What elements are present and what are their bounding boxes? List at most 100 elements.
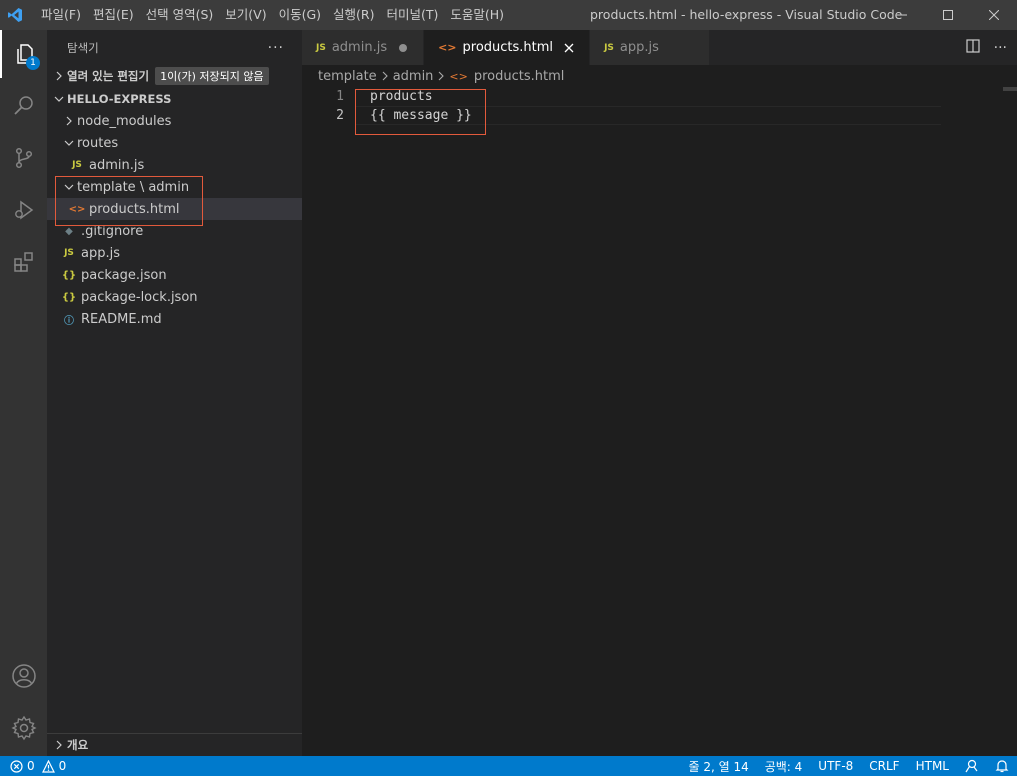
tree-item-label: routes xyxy=(77,135,119,151)
feedback-button[interactable] xyxy=(957,759,987,773)
html-file-icon: <> xyxy=(449,69,468,83)
menu-view[interactable]: 보기(V) xyxy=(219,0,272,30)
breadcrumb-item[interactable]: template xyxy=(318,69,377,84)
extensions-icon xyxy=(13,252,33,272)
extensions-button[interactable] xyxy=(0,238,47,286)
explorer-sidebar: 탐색기 ··· 열려 있는 편집기 1이(가) 저장되지 않음 HELLO-EX… xyxy=(47,30,302,756)
menu-go[interactable]: 이동(G) xyxy=(273,0,327,30)
status-bar-right: 줄 2, 열 14 공백: 4 UTF-8 CRLF HTML xyxy=(680,756,1017,776)
more-actions-button[interactable]: ··· xyxy=(268,40,284,56)
source-control-icon xyxy=(15,147,32,169)
breadcrumb-item[interactable]: admin xyxy=(393,69,434,84)
search-button[interactable] xyxy=(0,82,47,130)
menu-file[interactable]: 파일(F) xyxy=(35,0,87,30)
tree-item-label: README.md xyxy=(81,311,162,327)
chevron-right-icon xyxy=(51,740,67,750)
tree-item-label: admin.js xyxy=(89,157,145,173)
chevron-down-icon xyxy=(61,138,77,148)
tree-item-node-modules[interactable]: node_modules xyxy=(47,110,302,132)
tree-item-package-json[interactable]: {} package.json xyxy=(47,264,302,286)
chevron-right-icon xyxy=(381,71,389,81)
close-icon xyxy=(989,10,999,20)
source-control-button[interactable] xyxy=(0,134,47,182)
maximize-icon xyxy=(943,10,953,20)
tree-item-package-lock-json[interactable]: {} package-lock.json xyxy=(47,286,302,308)
chevron-right-icon xyxy=(437,71,445,81)
tab-label: app.js xyxy=(619,40,659,55)
menu-run[interactable]: 실행(R) xyxy=(327,0,380,30)
search-icon xyxy=(13,96,33,115)
window-title: products.html - hello-express - Visual S… xyxy=(590,7,903,22)
split-editor-icon xyxy=(966,38,980,53)
editor-area: JS admin.js <> products.html JS app.js ·… xyxy=(302,30,1017,756)
tab-app-js[interactable]: JS app.js xyxy=(590,30,710,65)
warning-count: 0 xyxy=(58,759,67,773)
tree-item-admin-js[interactable]: JS admin.js xyxy=(47,154,302,176)
minimize-button[interactable] xyxy=(879,0,925,30)
maximize-button[interactable] xyxy=(925,0,971,30)
settings-gear-icon xyxy=(10,715,37,741)
bell-icon xyxy=(995,760,1009,773)
cursor-position[interactable]: 줄 2, 열 14 xyxy=(680,758,756,775)
tab-products-html[interactable]: <> products.html xyxy=(424,30,591,65)
error-icon xyxy=(10,759,23,773)
unsaved-badge: 1이(가) 저장되지 않음 xyxy=(155,67,269,85)
annotation-box-tree xyxy=(55,176,203,226)
outline-section[interactable]: 개요 xyxy=(47,733,302,756)
chevron-right-icon xyxy=(61,116,77,126)
project-section[interactable]: HELLO-EXPRESS xyxy=(47,88,302,110)
notifications-button[interactable] xyxy=(987,759,1017,773)
outline-label: 개요 xyxy=(67,738,89,752)
account-button[interactable] xyxy=(0,652,47,700)
split-editor-button[interactable] xyxy=(966,38,980,57)
more-editor-actions-button[interactable]: ··· xyxy=(994,40,1007,56)
breadcrumb: template admin <> products.html xyxy=(302,65,1017,87)
outline-header: 개요 xyxy=(47,734,302,756)
tree-item-label: package-lock.json xyxy=(81,289,198,305)
run-debug-button[interactable] xyxy=(0,186,47,234)
problems-indicator[interactable]: 0 0 xyxy=(0,759,66,773)
indentation[interactable]: 공백: 4 xyxy=(757,758,811,775)
tab-admin-js[interactable]: JS admin.js xyxy=(302,30,425,65)
language-mode[interactable]: HTML xyxy=(908,759,957,773)
open-editors-section[interactable]: 열려 있는 편집기 1이(가) 저장되지 않음 xyxy=(47,65,302,87)
menu-terminal[interactable]: 터미널(T) xyxy=(381,0,445,30)
chevron-right-icon xyxy=(51,71,67,81)
scrollbar[interactable] xyxy=(1003,87,1017,91)
menu-edit[interactable]: 편집(E) xyxy=(87,0,140,30)
js-file-icon: JS xyxy=(604,42,614,53)
manage-button[interactable] xyxy=(0,704,47,752)
close-icon xyxy=(564,43,574,52)
explorer-button[interactable]: 1 xyxy=(0,30,47,78)
close-tab-button[interactable] xyxy=(559,43,579,53)
window-controls xyxy=(879,0,1017,30)
git-file-icon: ◆ xyxy=(65,225,73,237)
vscode-logo-icon xyxy=(0,0,30,30)
tree-item-app-js[interactable]: JS app.js xyxy=(47,242,302,264)
menu-selection[interactable]: 선택 영역(S) xyxy=(140,0,220,30)
tab-label: admin.js xyxy=(331,40,388,55)
tree-item-readme[interactable]: ⓘ README.md xyxy=(47,308,302,330)
js-file-icon: JS xyxy=(64,248,74,258)
json-file-icon: {} xyxy=(61,291,77,303)
account-icon xyxy=(11,664,36,688)
tab-label: products.html xyxy=(462,40,554,55)
end-of-line[interactable]: CRLF xyxy=(861,759,907,773)
minimize-icon xyxy=(897,14,907,16)
activity-bar: 1 xyxy=(0,30,47,756)
editor-actions: ··· xyxy=(966,30,1007,65)
json-file-icon: {} xyxy=(61,269,77,281)
encoding[interactable]: UTF-8 xyxy=(810,759,861,773)
unsaved-dot-icon[interactable] xyxy=(393,43,413,52)
line-number: 2 xyxy=(336,108,344,123)
line-number: 1 xyxy=(336,89,344,104)
tree-item-routes[interactable]: routes xyxy=(47,132,302,154)
js-file-icon: JS xyxy=(72,160,82,170)
menu-help[interactable]: 도움말(H) xyxy=(444,0,510,30)
explorer-header: 탐색기 ··· xyxy=(47,30,302,65)
close-window-button[interactable] xyxy=(971,0,1017,30)
info-file-icon: ⓘ xyxy=(64,315,74,327)
warning-icon xyxy=(41,759,55,773)
breadcrumb-item[interactable]: products.html xyxy=(474,69,565,84)
js-file-icon: JS xyxy=(316,42,326,53)
